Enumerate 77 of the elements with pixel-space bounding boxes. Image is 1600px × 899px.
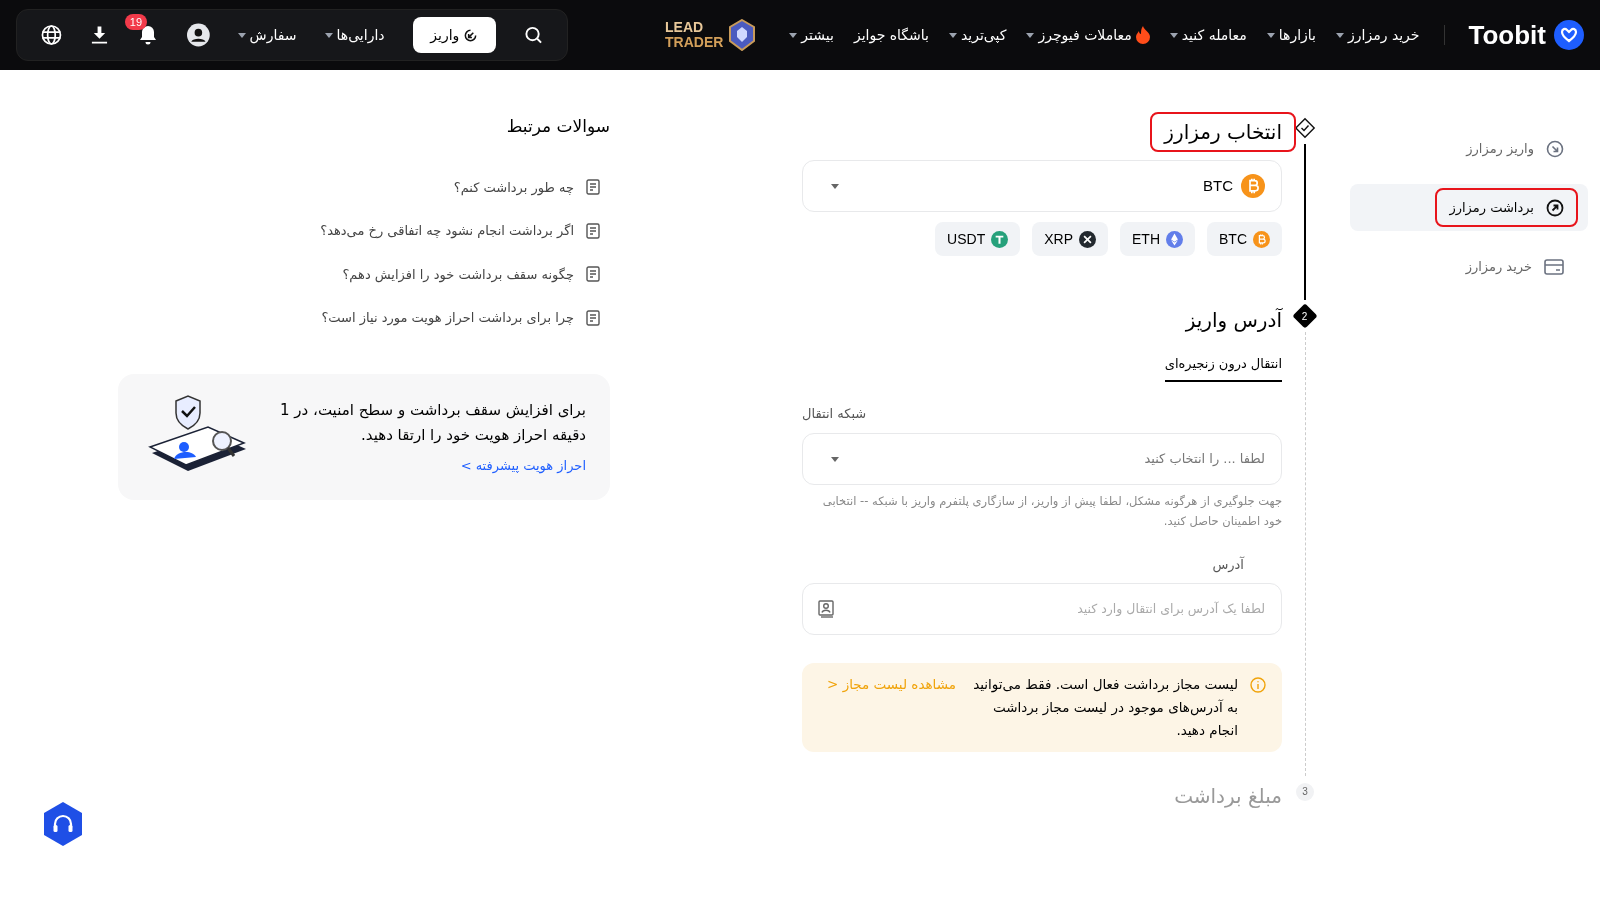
alert-text: لیست مجاز برداشت فعال است. فقط می‌توانید به آدرس‌های موجود در لیست مجاز برداشت انجام دهید. bbox=[972, 674, 1238, 740]
globe-icon[interactable] bbox=[41, 24, 62, 46]
address-book-icon[interactable] bbox=[818, 599, 834, 618]
coin-chip[interactable]: BTC bbox=[1207, 222, 1282, 256]
step-title-frame: مبلغ برداشت bbox=[1160, 775, 1296, 816]
coin-chip[interactable]: USDT bbox=[935, 222, 1021, 256]
address-input-field[interactable]: لطفا یک آدرس برای انتقال وارد کنید bbox=[802, 582, 1282, 635]
nav-link[interactable]: کپی‌ترید bbox=[949, 24, 1007, 46]
sidebar-item[interactable]: خرید رمزارز bbox=[1350, 243, 1588, 290]
document-icon bbox=[586, 309, 600, 326]
search-icon[interactable] bbox=[524, 25, 543, 45]
card-icon bbox=[1544, 258, 1564, 275]
document-icon bbox=[586, 266, 600, 283]
faq-link[interactable]: اگر برداشت انجام نشود چه اتفاقی رخ می‌دهد؟ bbox=[118, 221, 600, 241]
document-icon bbox=[586, 222, 600, 239]
lead-trader-logo-text: LEAD bbox=[665, 20, 705, 35]
caret-icon bbox=[1336, 32, 1345, 38]
highlight-frame: خرید رمزارز bbox=[1451, 246, 1578, 287]
ethereum-coin-icon bbox=[1166, 230, 1183, 248]
sidebar-item[interactable]: واریز رمزارز bbox=[1350, 125, 1588, 172]
support-chat-button[interactable] bbox=[42, 801, 84, 847]
caret-icon bbox=[1169, 32, 1178, 38]
nav-link[interactable]: بازارها bbox=[1266, 24, 1317, 46]
info-icon bbox=[1250, 676, 1266, 693]
menu-dropdown[interactable]: دارایی‌ها bbox=[324, 24, 385, 46]
nav-link[interactable]: بیشتر bbox=[789, 24, 834, 46]
nav-link[interactable]: معامله کنید bbox=[1169, 24, 1247, 46]
brand-logo-text: Toobit bbox=[1468, 18, 1546, 52]
nav-link[interactable]: معاملات فیوچرز bbox=[1026, 24, 1150, 46]
coin-chip[interactable]: ETH bbox=[1120, 222, 1195, 256]
caret-icon bbox=[949, 32, 957, 38]
xrp-coin-icon bbox=[1079, 230, 1096, 248]
nav-link[interactable]: خرید رمزارز bbox=[1336, 24, 1420, 46]
network-select-field[interactable]: لطفا ... را انتخاب کنید bbox=[802, 433, 1282, 485]
highlight-frame: برداشت رمزارز bbox=[1435, 187, 1578, 228]
download-icon[interactable] bbox=[89, 25, 109, 45]
nav-link[interactable]: باشگاه جوایز bbox=[853, 24, 929, 46]
logo-icon bbox=[1554, 20, 1584, 50]
arrow-out-circle-icon bbox=[1546, 198, 1564, 217]
faq-title: سوالات مرتبط bbox=[505, 115, 610, 138]
caret-icon bbox=[1026, 32, 1035, 38]
caret-icon bbox=[1266, 32, 1275, 38]
caret-icon bbox=[237, 32, 246, 38]
menu-dropdown[interactable]: سفارش bbox=[237, 24, 297, 46]
faq-link[interactable]: چه طور برداشت کنم؟ bbox=[118, 177, 600, 197]
arrow-in-circle-icon bbox=[463, 27, 479, 43]
tab[interactable]: انتقال درون زنجیره‌ای bbox=[1164, 354, 1282, 382]
coin-chip[interactable]: XRP bbox=[1032, 222, 1108, 256]
flame-icon bbox=[1135, 26, 1150, 44]
kyc-link[interactable]: احراز هویت پیشرفته > bbox=[266, 455, 586, 476]
arrow-in-circle-icon bbox=[1546, 139, 1564, 158]
field-label: شبکه انتقال bbox=[802, 404, 867, 423]
coin-select-dropdown[interactable]: BTC bbox=[802, 160, 1282, 212]
bitcoin-coin-icon bbox=[1253, 230, 1270, 248]
faq-link[interactable]: چگونه سقف برداشت خود را افزایش دهم؟ bbox=[118, 264, 600, 284]
selected-coin-text: BTC bbox=[1203, 175, 1233, 196]
step-title-frame: انتخاب رمزارز bbox=[1150, 112, 1296, 152]
faq-link[interactable]: چرا برای برداشت احراز هویت مورد نیاز است؟ bbox=[118, 308, 600, 328]
caret-icon bbox=[789, 32, 798, 38]
lead-trader-logo-text: TRADER bbox=[665, 35, 724, 50]
caret-icon bbox=[831, 456, 839, 462]
caret-icon bbox=[831, 183, 839, 189]
caret-icon bbox=[324, 32, 333, 38]
tether-coin-icon bbox=[991, 230, 1009, 248]
step-number-badge: 3 bbox=[1296, 782, 1314, 801]
step-number-badge: 2 bbox=[1292, 303, 1318, 329]
promo-text: برای افزایش سقف برداشت و سطح امنیت، در 1 دقیقه احراز هویت خود را ارتقا دهید. bbox=[279, 399, 586, 446]
hint-text: جهت جلوگیری از هرگونه مشکل، لطفا پیش از واریز، از سازگاری پلتفرم واریز با شبکه -- انتخابی خود اطمینان حاصل کنید. bbox=[821, 493, 1282, 530]
document-icon bbox=[586, 179, 600, 196]
highlight-frame: واریز رمزارز bbox=[1452, 128, 1578, 169]
headset-icon bbox=[42, 801, 84, 847]
user-avatar-icon[interactable] bbox=[186, 23, 210, 47]
notification-badge: 19 bbox=[124, 14, 148, 30]
deposit-button[interactable]: واریز bbox=[412, 17, 497, 53]
field-label: آدرس bbox=[1211, 555, 1244, 575]
sidebar-item[interactable]: برداشت رمزارز bbox=[1350, 184, 1588, 231]
bitcoin-coin-icon bbox=[1241, 174, 1265, 198]
